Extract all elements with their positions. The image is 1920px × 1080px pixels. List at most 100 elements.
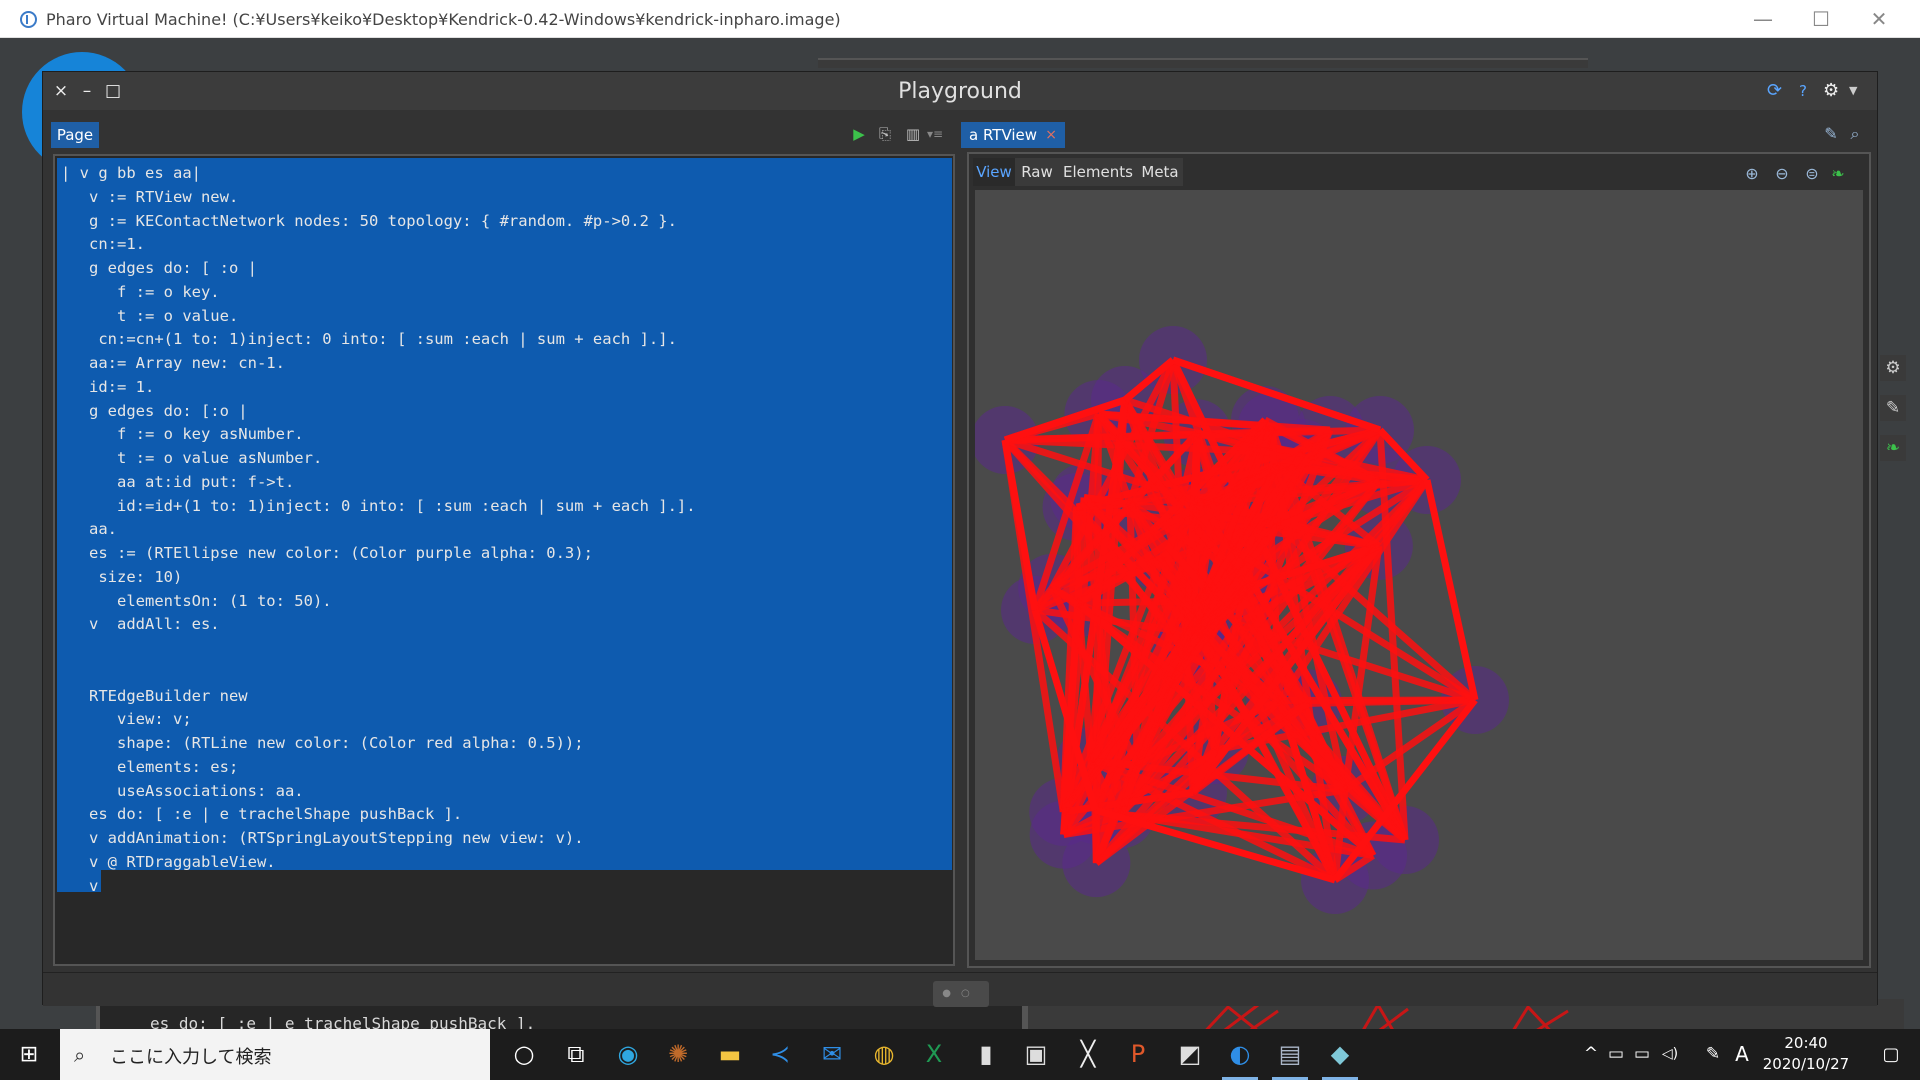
code-line: es do: [ :e | e trachelShape pushBack ]. bbox=[61, 805, 463, 824]
paint-icon[interactable]: ✺ bbox=[650, 1029, 706, 1080]
code-line: elements: es; bbox=[61, 757, 239, 776]
code-line: useAssociations: aa. bbox=[61, 781, 304, 800]
volume-icon[interactable]: ◁) bbox=[1656, 1029, 1684, 1080]
side-gear-icon[interactable]: ⚙ bbox=[1880, 355, 1906, 381]
close-tab-icon[interactable]: × bbox=[1045, 122, 1057, 148]
playground-titlebar[interactable]: × – □ Playground ⟳ ? ⚙ ▼ bbox=[43, 72, 1877, 110]
chevron-down-icon[interactable]: ▼ bbox=[1849, 81, 1857, 101]
subtab-raw[interactable]: Raw bbox=[1015, 158, 1059, 186]
task-view-icon[interactable]: ⧉ bbox=[548, 1029, 604, 1080]
window-minimize-button[interactable]: — bbox=[1734, 0, 1792, 38]
refresh-icon[interactable]: ⟳ bbox=[1767, 81, 1782, 101]
playground-statusbar: ●○ bbox=[43, 972, 1877, 1007]
rtview-canvas[interactable] bbox=[975, 190, 1863, 960]
clock-date: 2020/10/27 bbox=[1762, 1055, 1850, 1073]
pane-scroll-knob[interactable]: ●○ bbox=[933, 981, 989, 1007]
code-line: g edges do: [:o | bbox=[61, 401, 248, 420]
cortana-icon[interactable]: ○ bbox=[496, 1029, 552, 1080]
playground-window[interactable]: × – □ Playground ⟳ ? ⚙ ▼ Page ▶ ⎘ ▥ ▾≡ |… bbox=[42, 71, 1878, 1007]
left-tab-bar: Page ▶ ⎘ ▥ ▾≡ bbox=[51, 118, 953, 148]
columns-icon[interactable]: ▥ bbox=[903, 124, 923, 144]
code-text[interactable]: | v g bb es aa| v := RTView new. g := KE… bbox=[61, 162, 696, 898]
code-line: view: v; bbox=[61, 710, 192, 729]
store-icon[interactable]: ▣ bbox=[1008, 1029, 1064, 1080]
pen-icon[interactable]: ✎ bbox=[1700, 1029, 1726, 1080]
pharo-icon[interactable]: ◐ bbox=[1212, 1029, 1268, 1080]
zoom-fit-icon[interactable]: ⊜ bbox=[1801, 163, 1823, 185]
options-icon[interactable]: ❧ bbox=[1827, 163, 1849, 185]
search-icon[interactable]: ⌕ bbox=[1845, 124, 1865, 144]
code-line: v addAll: es. bbox=[61, 615, 220, 634]
code-line: t := o value. bbox=[61, 306, 239, 325]
mail-icon[interactable]: ✉ bbox=[804, 1029, 860, 1080]
side-edit-icon[interactable]: ✎ bbox=[1880, 395, 1906, 421]
help-icon[interactable]: ? bbox=[1799, 81, 1807, 101]
subtab-view[interactable]: View bbox=[973, 158, 1015, 186]
taskbar-search[interactable]: ⌕ ここに入力して検索 bbox=[60, 1029, 490, 1080]
start-button[interactable]: ⊞ bbox=[0, 1029, 58, 1080]
gear-icon[interactable]: ⚙ bbox=[1823, 81, 1839, 101]
background-code-line: es do: [ :e | e trachelShape pushBack ]. bbox=[150, 1014, 536, 1029]
window-title: Pharo Virtual Machine! (C:¥Users¥keiko¥D… bbox=[46, 10, 841, 29]
code-line: v := RTView new. bbox=[61, 187, 239, 206]
zoom-in-icon[interactable]: ⊕ bbox=[1741, 163, 1763, 185]
windows-taskbar: ⊞ ⌕ ここに入力して検索 ○ ⧉ ◉ ✺ ▬ ≺ ✉ ◍ X ▮ ▣ ╳ P ◩ ◐ ▤ ◆ ^ ▭ ▭ ◁)… bbox=[0, 1029, 1920, 1080]
notifications-icon[interactable]: ▢ bbox=[1866, 1029, 1916, 1080]
subtab-elements[interactable]: Elements bbox=[1059, 158, 1137, 186]
code-line: aa. bbox=[61, 520, 117, 539]
powerpoint-icon[interactable]: P bbox=[1110, 1029, 1166, 1080]
taskbar-clock[interactable]: 20:40 2020/10/27 bbox=[1756, 1033, 1856, 1075]
edge-icon[interactable]: ◉ bbox=[600, 1029, 656, 1080]
playground-title: Playground bbox=[898, 79, 1022, 104]
contact-network-graph[interactable] bbox=[975, 190, 1863, 960]
clip-icon[interactable]: ◩ bbox=[1162, 1029, 1218, 1080]
tray-chevron-icon[interactable]: ^ bbox=[1580, 1029, 1602, 1080]
menu-icon[interactable]: ▾≡ bbox=[925, 124, 945, 144]
save-page-icon[interactable]: ⎘ bbox=[875, 124, 895, 144]
notes-icon[interactable]: ▮ bbox=[958, 1029, 1014, 1080]
window-titlebar: Pharo Virtual Machine! (C:¥Users¥keiko¥D… bbox=[0, 0, 1920, 38]
tab-rtview-label: a RTView bbox=[969, 126, 1038, 144]
background-window-edge bbox=[818, 58, 1588, 68]
code-line: cn:=cn+(1 to: 1)inject: 0 into: [ :sum :… bbox=[61, 330, 677, 349]
tab-rtview[interactable]: a RTView × bbox=[961, 122, 1065, 148]
inspector-pane[interactable]: View Raw Elements Meta ⊕ ⊖ ⊜ ❧ bbox=[967, 152, 1871, 968]
vscode-icon[interactable]: ≺ bbox=[752, 1029, 808, 1080]
play-icon[interactable]: ▶ bbox=[849, 124, 869, 144]
graph-edge bbox=[1076, 500, 1131, 511]
vm-icon[interactable]: ▤ bbox=[1262, 1029, 1318, 1080]
code-line: size: 10) bbox=[61, 567, 183, 586]
window-maximize-button[interactable]: ☐ bbox=[1792, 0, 1850, 38]
code-line: id:=id+(1 to: 1)inject: 0 into: [ :sum :… bbox=[61, 496, 696, 515]
code-line: v @ RTDraggableView. bbox=[61, 852, 276, 871]
code-line: v addAnimation: (RTSpringLayoutStepping … bbox=[61, 829, 584, 847]
code-line: g := KEContactNetwork nodes: 50 topology… bbox=[61, 211, 677, 230]
ime-indicator[interactable]: A bbox=[1730, 1029, 1754, 1080]
edit-icon[interactable]: ✎ bbox=[1821, 124, 1841, 144]
code-line: f := o key. bbox=[61, 282, 220, 301]
right-tab-bar: a RTView × ✎ ⌕ bbox=[961, 118, 1869, 148]
chrome-icon[interactable]: ◍ bbox=[856, 1029, 912, 1080]
clock-time: 20:40 bbox=[1784, 1034, 1828, 1052]
search-icon: ⌕ bbox=[74, 1043, 86, 1067]
code-line: aa at:id put: f->t. bbox=[61, 472, 295, 491]
code-line: | v g bb es aa| bbox=[61, 164, 201, 182]
x-app-icon[interactable]: ╳ bbox=[1060, 1029, 1116, 1080]
code-editor[interactable]: | v g bb es aa| v := RTView new. g := KE… bbox=[53, 154, 955, 966]
side-options-icon[interactable]: ❧ bbox=[1880, 435, 1906, 461]
zoom-out-icon[interactable]: ⊖ bbox=[1771, 163, 1793, 185]
excel-icon[interactable]: X bbox=[906, 1029, 962, 1080]
explorer-icon[interactable]: ▬ bbox=[702, 1029, 758, 1080]
subtab-meta[interactable]: Meta bbox=[1137, 158, 1183, 186]
tab-page[interactable]: Page bbox=[51, 122, 99, 148]
code-line: id:= 1. bbox=[61, 377, 155, 396]
battery-icon[interactable]: ▭ bbox=[1604, 1029, 1628, 1080]
network-icon[interactable]: ▭ bbox=[1630, 1029, 1654, 1080]
code-line: RTEdgeBuilder new bbox=[61, 686, 248, 705]
eraser-icon[interactable]: ◆ bbox=[1312, 1029, 1368, 1080]
code-line: elementsOn: (1 to: 50). bbox=[61, 591, 332, 610]
code-line: f := o key asNumber. bbox=[61, 425, 304, 444]
window-close-button[interactable]: ✕ bbox=[1850, 0, 1908, 38]
